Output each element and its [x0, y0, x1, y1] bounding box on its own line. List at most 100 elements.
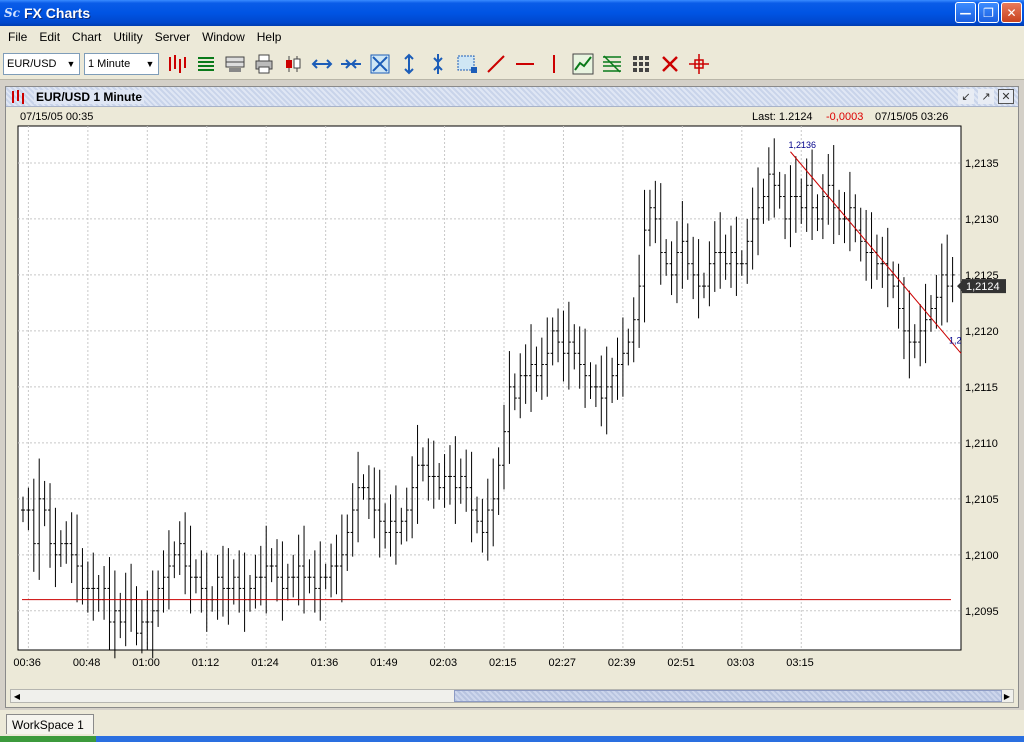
interval-value: 1 Minute: [88, 57, 131, 70]
x-tick-label: 00:36: [13, 657, 41, 669]
zoom-rect-button[interactable]: [453, 51, 480, 77]
candle-icon: [285, 55, 300, 72]
menu-chart[interactable]: Chart: [66, 28, 107, 46]
fibonacci-button[interactable]: [598, 51, 625, 77]
start-timestamp: 07/15/05 00:35: [20, 111, 94, 123]
scroll-right-icon[interactable]: ▶: [1001, 690, 1013, 702]
minimize-button[interactable]: —: [955, 2, 976, 23]
delete-button[interactable]: [656, 51, 683, 77]
expand-v-icon: [403, 53, 414, 74]
toolbar: EUR/USD ▼ 1 Minute ▼: [0, 48, 1024, 80]
x-tick-label: 01:24: [251, 657, 279, 669]
monitor-icon: [225, 56, 244, 72]
plot-area[interactable]: [17, 125, 962, 651]
crosshair-icon: [688, 53, 709, 74]
menu-server[interactable]: Server: [149, 28, 196, 46]
window-title: FX Charts: [24, 5, 91, 21]
y-tick-label: 1,2135: [965, 158, 999, 170]
chart-window: EUR/USD 1 Minute ↙ ↗ ✕ 07/15/05 00:35 La…: [5, 86, 1019, 708]
menu-file[interactable]: File: [2, 28, 33, 46]
x-tick-label: 02:27: [548, 657, 576, 669]
last-price-label: 1,2124: [966, 281, 1000, 293]
x-tick-label: 02:39: [608, 657, 636, 669]
monitor-button[interactable]: [221, 51, 248, 77]
compress-horizontal-button[interactable]: [337, 51, 364, 77]
expand-vertical-button[interactable]: [395, 51, 422, 77]
close-button[interactable]: ✕: [1001, 2, 1022, 23]
title-bar: Sc FX Charts — ❐ ✕: [0, 0, 1024, 26]
indicator-icon: [572, 53, 593, 74]
bar-chart-button[interactable]: [163, 51, 190, 77]
x-tick-label: 02:51: [667, 657, 695, 669]
bar-chart-icon: [168, 54, 186, 73]
trend-line-icon: [486, 54, 505, 73]
horizontal-line-button[interactable]: [511, 51, 538, 77]
x-tick-label: 02:03: [430, 657, 458, 669]
zoom-rect-icon: [457, 55, 477, 73]
x-tick-label: 02:15: [489, 657, 517, 669]
y-tick-label: 1,2130: [965, 214, 999, 226]
symbol-select[interactable]: EUR/USD ▼: [3, 52, 80, 75]
restore-button[interactable]: ❐: [978, 2, 999, 23]
taskbar-strip: [0, 736, 1024, 742]
y-tick-label: 1,2105: [965, 494, 999, 506]
delete-icon: [661, 55, 678, 72]
y-tick-label: 1,2110: [965, 438, 998, 450]
vertical-line-icon: [552, 54, 555, 73]
fit-button[interactable]: [366, 51, 393, 77]
x-tick-label: 01:00: [132, 657, 160, 669]
y-tick-label: 1,2120: [965, 326, 999, 338]
bar-chart-icon: [12, 89, 24, 104]
maximize-frame-icon[interactable]: ↗: [978, 89, 994, 104]
menu-edit[interactable]: Edit: [33, 28, 66, 46]
high-price-label: 1,2136: [788, 140, 816, 150]
end-timestamp: 07/15/05 03:26: [875, 111, 949, 123]
chevron-down-icon: ▼: [145, 58, 155, 69]
x-tick-label: 00:48: [73, 657, 101, 669]
scroll-thumb[interactable]: [454, 690, 1002, 702]
menu-utility[interactable]: Utility: [107, 28, 148, 46]
y-tick-label: 1,2100: [965, 550, 999, 562]
close-frame-icon[interactable]: ✕: [998, 89, 1014, 104]
menu-window[interactable]: Window: [196, 28, 251, 46]
horizontal-line-icon: [515, 62, 534, 65]
print-icon: [255, 54, 272, 73]
workspace-tab[interactable]: WorkSpace 1: [6, 714, 94, 734]
scroll-left-icon[interactable]: ◀: [11, 690, 23, 702]
workspace-bar: WorkSpace 1: [0, 710, 1024, 736]
x-tick-label: 01:36: [311, 657, 339, 669]
fit-icon: [370, 54, 389, 73]
y-tick-label: 1,2115: [965, 382, 998, 394]
expand-h-icon: [311, 58, 332, 69]
y-tick-label: 1,2095: [965, 606, 999, 618]
last-price: Last: 1.2124: [752, 111, 813, 123]
price-chart[interactable]: 1,2095 1,2100 1,2105 1,2110 1,2115 1,2120 1,21…: [6, 125, 1018, 687]
menu-help[interactable]: Help: [251, 28, 288, 46]
chart-window-header[interactable]: EUR/USD 1 Minute ↙ ↗ ✕: [6, 87, 1018, 107]
crosshair-button[interactable]: [685, 51, 712, 77]
compress-vertical-button[interactable]: [424, 51, 451, 77]
vertical-line-button[interactable]: [540, 51, 567, 77]
price-change: -0,0003: [826, 111, 864, 123]
horizontal-scrollbar[interactable]: ◀ ▶: [10, 689, 1014, 703]
expand-horizontal-button[interactable]: [308, 51, 335, 77]
list-icon: [197, 56, 214, 71]
candle-button[interactable]: [279, 51, 306, 77]
fibonacci-icon: [602, 54, 621, 73]
grid-icon: [632, 55, 649, 72]
x-tick-label: 03:15: [786, 657, 814, 669]
list-button[interactable]: [192, 51, 219, 77]
grid-button[interactable]: [627, 51, 654, 77]
symbol-value: EUR/USD: [7, 57, 57, 70]
minimize-frame-icon[interactable]: ↙: [958, 89, 974, 104]
x-tick-label: 03:03: [727, 657, 755, 669]
x-tick-label: 01:49: [370, 657, 398, 669]
app-icon: Sc: [4, 6, 20, 20]
indicator-button[interactable]: [569, 51, 596, 77]
chart-window-title: EUR/USD 1 Minute: [34, 89, 145, 104]
interval-select[interactable]: 1 Minute ▼: [84, 52, 159, 75]
print-button[interactable]: [250, 51, 277, 77]
compress-h-icon: [340, 58, 361, 69]
chart-info-bar: 07/15/05 00:35 Last: 1.2124 -0,0003 07/1…: [6, 109, 1018, 125]
trend-line-button[interactable]: [482, 51, 509, 77]
